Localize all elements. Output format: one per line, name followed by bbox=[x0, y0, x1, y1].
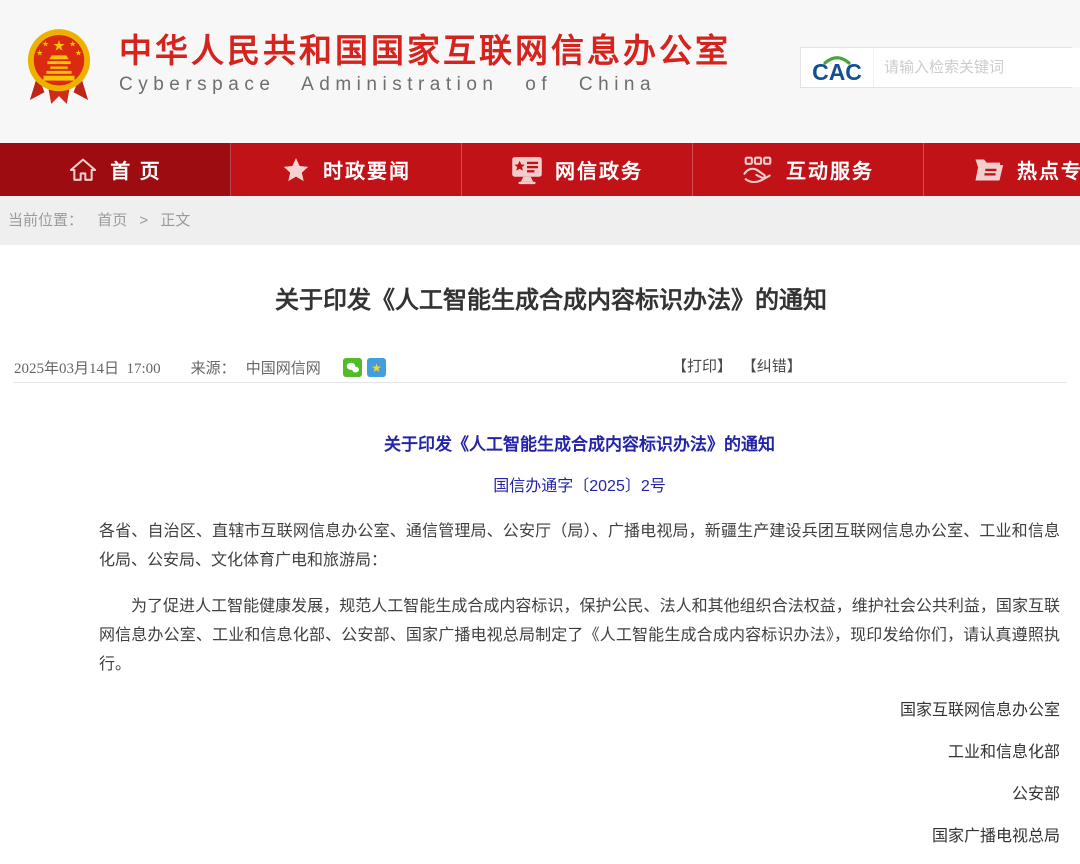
signature-block: 国家互联网信息办公室 工业和信息化部 公安部 国家广播电视总局 2025年3月7… bbox=[99, 696, 1060, 864]
breadcrumb-prefix: 当前位置： bbox=[8, 212, 83, 229]
signature-line: 国家互联网信息办公室 bbox=[99, 696, 1060, 725]
page-title: 关于印发《人工智能生成合成内容标识办法》的通知 bbox=[11, 285, 1080, 317]
article-paragraph-salutation: 各省、自治区、直辖市互联网信息办公室、通信管理局、公安厅（局）、广播电视局，新疆… bbox=[99, 517, 1060, 575]
correction-button[interactable]: 【纠错】 bbox=[742, 359, 802, 375]
nav-item-topics[interactable]: 热点专题 bbox=[924, 143, 1080, 196]
national-emblem-icon: ★ ★ ★ ★ ★ bbox=[26, 28, 92, 111]
document-number: 国信办通字〔2025〕2号 bbox=[99, 472, 1060, 501]
service-hand-icon bbox=[742, 155, 774, 185]
print-button[interactable]: 【打印】 bbox=[672, 359, 732, 375]
source-value: 中国网信网 bbox=[246, 357, 321, 378]
folder-icon bbox=[973, 155, 1005, 185]
article-meta-row: 2025年03月14日 17:00 来源： 中国网信网 ★ 【打印】 【纠错】 bbox=[14, 353, 1066, 383]
article-paragraph-body: 为了促进人工智能健康发展，规范人工智能生成合成内容标识，保护公民、法人和其他组织… bbox=[99, 592, 1060, 679]
site-subtitle: Cyberspace Administration of China bbox=[119, 74, 731, 96]
nav-item-service[interactable]: 互动服务 bbox=[693, 143, 924, 196]
svg-text:★: ★ bbox=[75, 48, 82, 57]
site-title: 中华人民共和国国家互联网信息办公室 bbox=[119, 33, 731, 69]
svg-text:★: ★ bbox=[52, 39, 65, 55]
nav-label-egov: 网信政务 bbox=[555, 155, 643, 184]
publish-date: 2025年03月14日 17:00 bbox=[14, 357, 161, 378]
nav-label-service: 互动服务 bbox=[786, 155, 874, 184]
signature-line: 工业和信息化部 bbox=[99, 738, 1060, 767]
svg-text:★: ★ bbox=[36, 48, 43, 57]
nav-item-news[interactable]: 时政要闻 bbox=[231, 143, 462, 196]
wechat-share-icon[interactable] bbox=[343, 358, 362, 377]
home-icon bbox=[68, 156, 98, 184]
article-actions: 【打印】 【纠错】 bbox=[672, 355, 808, 376]
svg-text:CAC: CAC bbox=[812, 59, 862, 85]
main-nav: 首 页 时政要闻 网信政务 bbox=[0, 143, 1080, 196]
star-icon bbox=[281, 156, 311, 184]
breadcrumb-separator: > bbox=[139, 212, 148, 229]
nav-item-egov[interactable]: 网信政务 bbox=[462, 143, 693, 196]
breadcrumb: 当前位置： 首页 > 正文 bbox=[0, 196, 1080, 245]
cac-logo-icon: CAC bbox=[801, 50, 873, 86]
svg-text:★: ★ bbox=[371, 361, 382, 375]
breadcrumb-home-link[interactable]: 首页 bbox=[97, 212, 127, 229]
nav-label-home: 首 页 bbox=[110, 155, 162, 184]
svg-text:★: ★ bbox=[69, 40, 76, 49]
search-box: CAC bbox=[800, 47, 1072, 88]
monitor-icon bbox=[511, 155, 543, 185]
nav-label-topics: 热点专题 bbox=[1017, 155, 1080, 184]
article-content: 关于印发《人工智能生成合成内容标识办法》的通知 国信办通字〔2025〕2号 各省… bbox=[99, 430, 1060, 864]
source-label: 来源： bbox=[191, 357, 236, 378]
qzone-share-icon[interactable]: ★ bbox=[367, 358, 386, 377]
signature-line: 国家广播电视总局 bbox=[99, 822, 1060, 851]
signature-line: 公安部 bbox=[99, 780, 1060, 809]
nav-label-news: 时政要闻 bbox=[323, 155, 411, 184]
search-input[interactable] bbox=[873, 48, 1080, 87]
document-title: 关于印发《人工智能生成合成内容标识办法》的通知 bbox=[99, 430, 1060, 459]
site-header: ★ ★ ★ ★ ★ 中华人民共和国国家互联网信息办公室 Cyberspace A… bbox=[0, 0, 1080, 143]
svg-text:★: ★ bbox=[42, 40, 49, 49]
article: 关于印发《人工智能生成合成内容标识办法》的通知 2025年03月14日 17:0… bbox=[0, 285, 1080, 864]
breadcrumb-current: 正文 bbox=[160, 212, 190, 229]
nav-item-home[interactable]: 首 页 bbox=[0, 143, 231, 196]
